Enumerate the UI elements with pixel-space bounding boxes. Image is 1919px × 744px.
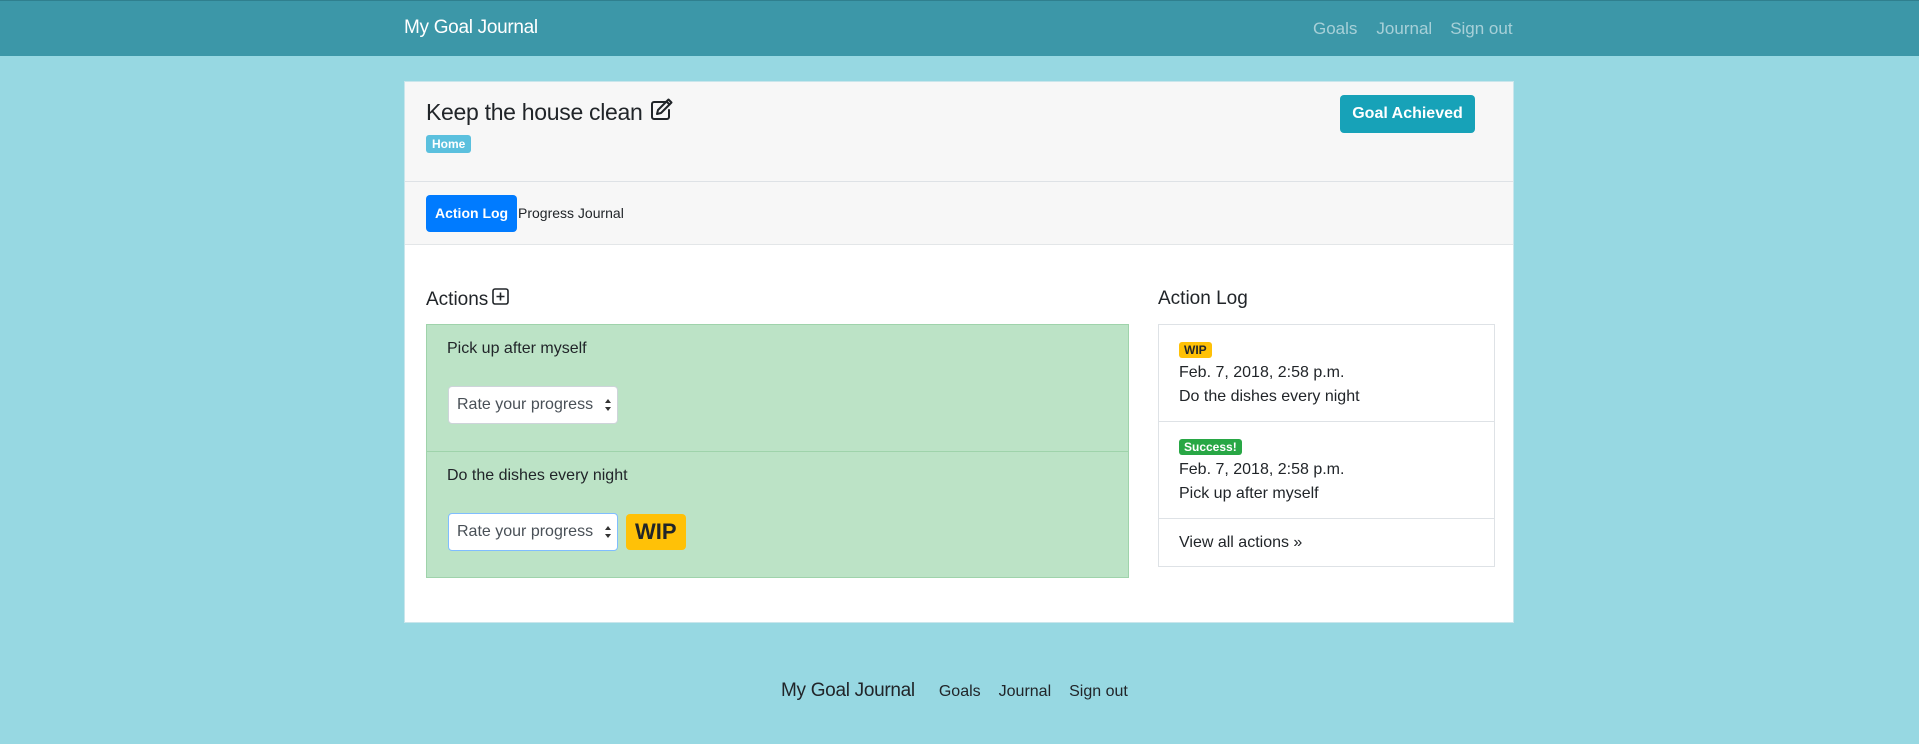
footer-brand[interactable]: My Goal Journal xyxy=(781,680,915,702)
status-badge: Success! xyxy=(1179,439,1242,455)
goal-card: Keep the house clean Home Goal Achieved … xyxy=(404,81,1514,623)
tab-action-log[interactable]: Action Log xyxy=(426,195,518,232)
select-arrows-icon xyxy=(605,526,611,538)
status-badge: WIP xyxy=(1179,342,1212,358)
log-entry: Success! Feb. 7, 2018, 2:58 p.m. Pick up… xyxy=(1159,422,1494,519)
pencil-square-icon[interactable] xyxy=(649,96,675,128)
footer-journal-link[interactable]: Journal xyxy=(999,683,1051,701)
goal-achieved-button[interactable]: Goal Achieved xyxy=(1340,95,1475,133)
footer-goals-link[interactable]: Goals xyxy=(939,683,981,701)
select-value: Rate your progress xyxy=(457,396,594,413)
action-log-title: Action Log xyxy=(1158,288,1248,309)
nav-goals-link[interactable]: Goals xyxy=(1313,19,1357,39)
action-item: Do the dishes every night Rate your prog… xyxy=(427,452,1128,578)
rate-progress-select[interactable]: Rate your progress xyxy=(448,386,618,424)
nav-links: Goals Journal Sign out xyxy=(1313,19,1513,39)
wip-status-badge: WIP xyxy=(626,514,686,550)
top-navbar: My Goal Journal Goals Journal Sign out xyxy=(0,0,1919,56)
log-date: Feb. 7, 2018, 2:58 p.m. xyxy=(1179,461,1345,478)
plus-square-icon[interactable] xyxy=(492,288,510,311)
select-arrows-icon xyxy=(605,399,611,411)
log-entry: WIP Feb. 7, 2018, 2:58 p.m. Do the dishe… xyxy=(1159,325,1494,422)
select-value: Rate your progress xyxy=(457,523,594,540)
action-name: Do the dishes every night xyxy=(447,467,628,484)
footer-signout-link[interactable]: Sign out xyxy=(1069,683,1128,701)
nav-signout-link[interactable]: Sign out xyxy=(1450,19,1512,39)
actions-list: Pick up after myself Rate your progress … xyxy=(426,324,1129,578)
category-badge: Home xyxy=(426,135,472,153)
action-name: Pick up after myself xyxy=(447,340,587,357)
goal-title-text: Keep the house clean xyxy=(426,98,643,125)
footer: My Goal Journal Goals Journal Sign out xyxy=(781,680,1146,702)
tabs-bar: Action Log Progress Journal xyxy=(405,182,1513,245)
goal-title: Keep the house clean xyxy=(426,96,675,128)
log-action: Do the dishes every night xyxy=(1179,388,1360,405)
rate-progress-select[interactable]: Rate your progress xyxy=(448,513,618,551)
view-all-actions-link[interactable]: View all actions » xyxy=(1179,534,1302,552)
goal-header: Keep the house clean Home Goal Achieved xyxy=(405,82,1513,182)
log-action: Pick up after myself xyxy=(1179,485,1319,502)
actions-heading: Actions xyxy=(426,288,510,311)
log-date: Feb. 7, 2018, 2:58 p.m. xyxy=(1179,364,1345,381)
nav-journal-link[interactable]: Journal xyxy=(1376,19,1432,39)
action-item: Pick up after myself Rate your progress xyxy=(427,325,1128,452)
action-log-list: WIP Feb. 7, 2018, 2:58 p.m. Do the dishe… xyxy=(1158,324,1495,567)
action-log-heading: Action Log xyxy=(1158,288,1248,310)
actions-title: Actions xyxy=(426,288,489,310)
brand-link[interactable]: My Goal Journal xyxy=(404,17,538,39)
tab-progress-journal[interactable]: Progress Journal xyxy=(509,195,633,232)
